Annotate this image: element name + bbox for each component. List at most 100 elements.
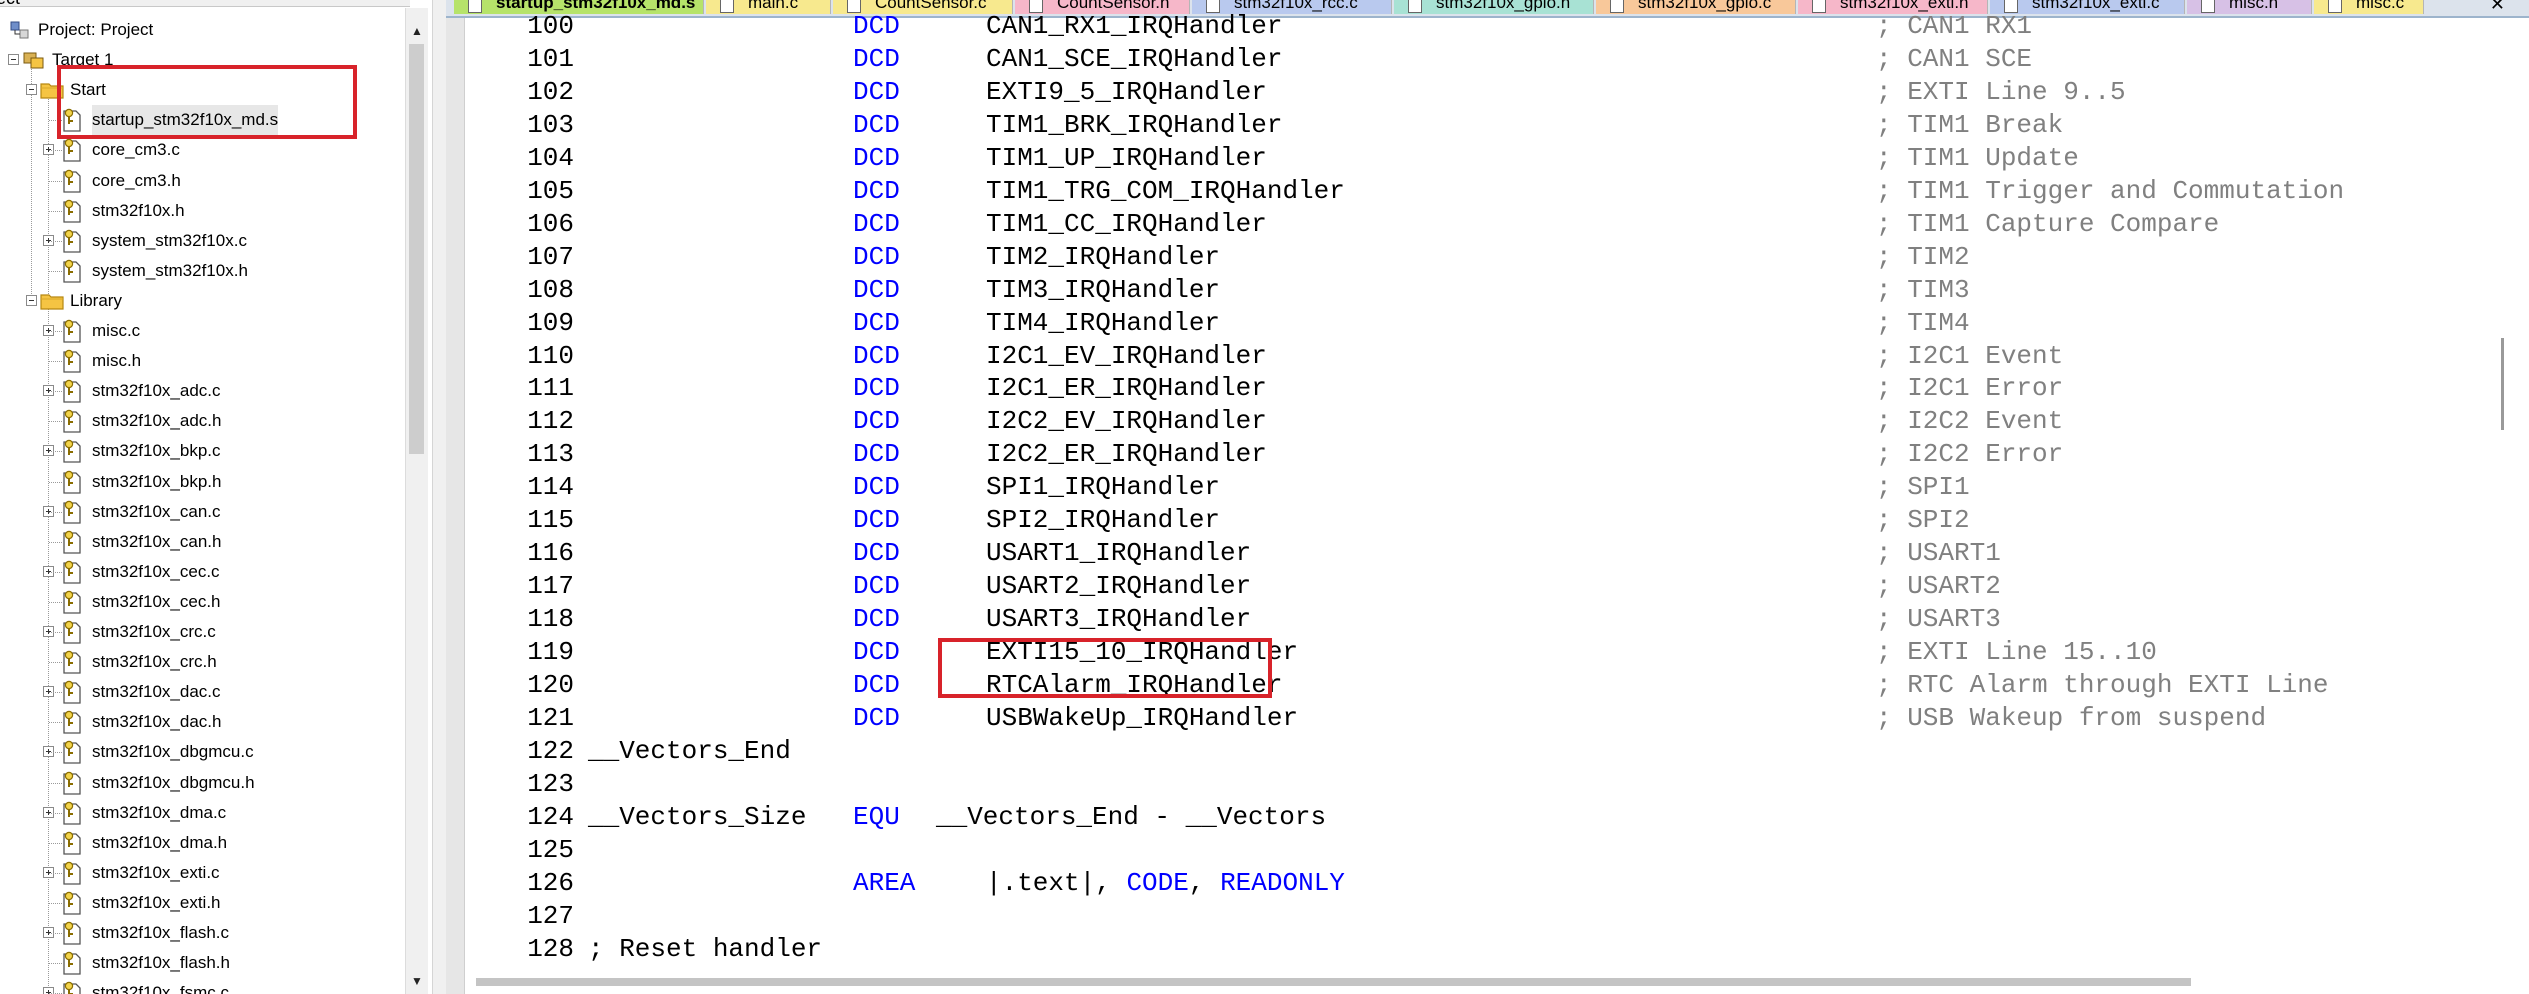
tree-item-label: stm32f10x_exti.c — [92, 863, 220, 882]
code-line[interactable]: 112 DCD I2C2_EV_IRQHandler ; I2C2 Event — [446, 405, 2486, 438]
tree-item[interactable]: stm32f10x_exti.c — [0, 858, 400, 888]
tree-item-label: misc.h — [92, 351, 142, 370]
tree-item[interactable]: stm32f10x_adc.h — [0, 406, 400, 436]
tree-item[interactable]: core_cm3.h — [0, 166, 400, 196]
code-line[interactable]: 127 — [446, 900, 2486, 933]
tree-line — [49, 662, 62, 663]
scroll-down-icon[interactable]: ▼ — [406, 970, 428, 992]
code-line[interactable]: 124 __Vectors_Size EQU __Vectors_End - __Ve… — [446, 801, 2486, 834]
start-group-highlight — [57, 65, 357, 139]
line-number: 102 — [527, 77, 574, 107]
code-line[interactable]: 121 DCD USBWakeUp_IRQHandler ; USB Wakeup f… — [446, 702, 2486, 735]
code-line[interactable]: 126 AREA |.text|, CODE, READONLY — [446, 867, 2486, 900]
tree-item[interactable]: stm32f10x.h — [0, 196, 400, 226]
tree-item[interactable]: misc.c — [0, 316, 400, 346]
code-line[interactable]: 116 DCD USART1_IRQHandler ; USART1 — [446, 537, 2486, 570]
tree-item[interactable]: stm32f10x_dma.h — [0, 828, 400, 858]
collapse-icon[interactable] — [26, 295, 37, 306]
code-line[interactable]: 125 — [446, 834, 2486, 867]
tree-item[interactable]: stm32f10x_flash.c — [0, 918, 400, 948]
tree-line — [49, 211, 62, 212]
code-comment: ; I2C1 Error — [1876, 373, 2064, 403]
code-line[interactable]: 106 DCD TIM1_CC_IRQHandler ; TIM1 Capture C… — [446, 208, 2486, 241]
tree-item[interactable]: stm32f10x_dbgmcu.c — [0, 737, 400, 767]
tree-item[interactable]: stm32f10x_exti.h — [0, 888, 400, 918]
panel-title: ject — [0, 0, 20, 9]
panel-scroll-thumb[interactable] — [409, 44, 424, 454]
tree-item[interactable]: system_stm32f10x.c — [0, 226, 400, 256]
line-number: 105 — [527, 176, 574, 206]
tree-item[interactable]: stm32f10x_crc.h — [0, 647, 400, 677]
code-comment: ; USB Wakeup from suspend — [1876, 703, 2267, 733]
code-line[interactable]: 120 DCD RTCAlarm_IRQHandler; RTC Alarm thr… — [446, 669, 2486, 702]
tree-item[interactable]: stm32f10x_dac.h — [0, 707, 400, 737]
tree-item[interactable]: system_stm32f10x.h — [0, 256, 400, 286]
file-icon — [63, 710, 81, 734]
code-line[interactable]: 122 __Vectors_End — [446, 735, 2486, 768]
collapse-icon[interactable] — [8, 54, 19, 65]
tree-item[interactable]: stm32f10x_can.c — [0, 497, 400, 527]
code-line[interactable]: 104 DCD TIM1_UP_IRQHandler ; TIM1 Update — [446, 142, 2486, 175]
editor-scroll-marker[interactable] — [2501, 338, 2504, 430]
tree-item[interactable]: stm32f10x_bkp.h — [0, 467, 400, 497]
editor-horizontal-scrollbar[interactable] — [476, 978, 2191, 986]
code-directive: DCD — [853, 406, 900, 436]
panel-scrollbar[interactable]: ▲ ▼ — [405, 8, 428, 994]
code-line[interactable]: 103 DCD TIM1_BRK_IRQHandler ; TIM1 Break — [446, 109, 2486, 142]
code-line[interactable]: 113 DCD I2C2_ER_IRQHandler ; I2C2 Error — [446, 438, 2486, 471]
file-icon — [63, 259, 81, 283]
tree-item[interactable]: stm32f10x_flash.h — [0, 948, 400, 978]
tree-item[interactable]: stm32f10x_dac.c — [0, 677, 400, 707]
tree-item[interactable]: stm32f10x_cec.h — [0, 587, 400, 617]
code-line[interactable]: 102 DCD EXTI9_5_IRQHandler ; EXTI Line 9..5 — [446, 76, 2486, 109]
tree-item[interactable]: stm32f10x_can.h — [0, 527, 400, 557]
file-icon — [63, 590, 81, 614]
code-editor[interactable]: 100 DCD CAN1_RX1_IRQHandler ; CAN1 RX1 101 DC… — [446, 11, 2529, 994]
code-label: __Vectors_Size — [588, 802, 807, 832]
code-directive: DCD — [853, 637, 900, 667]
tree-line — [49, 542, 62, 543]
code-line[interactable]: 128 ; Reset handler — [446, 933, 2486, 966]
code-line[interactable]: 123 — [446, 768, 2486, 801]
code-line[interactable]: 105 DCD TIM1_TRG_COM_IRQHandler ; TIM1 Trig… — [446, 175, 2486, 208]
close-tab-icon[interactable]: ✕ — [2490, 0, 2505, 15]
code-line[interactable]: 100 DCD CAN1_RX1_IRQHandler ; CAN1 RX1 — [446, 10, 2486, 43]
code-line[interactable]: 107 DCD TIM2_IRQHandler ; TIM2 — [446, 241, 2486, 274]
code-line[interactable]: 114 DCD SPI1_IRQHandler ; SPI1 — [446, 471, 2486, 504]
code-line[interactable]: 110 DCD I2C1_EV_IRQHandler ; I2C1 Event — [446, 340, 2486, 373]
tree-item[interactable]: Project: Project — [0, 15, 400, 45]
area-sep: , — [1188, 868, 1221, 898]
code-directive: DCD — [853, 209, 900, 239]
area-attr-readonly: READONLY — [1220, 868, 1345, 898]
tree-item[interactable]: Library — [0, 286, 400, 316]
tree-item[interactable]: stm32f10x_bkp.c — [0, 436, 400, 466]
code-line[interactable]: 118 DCD USART3_IRQHandler ; USART3 — [446, 603, 2486, 636]
code-line[interactable]: 119 DCD EXTI15_10_IRQHandler; EXTI Line 15… — [446, 636, 2486, 669]
tree-line — [49, 512, 62, 513]
tree-item[interactable]: stm32f10x_crc.c — [0, 617, 400, 647]
tree-item[interactable]: stm32f10x_dbgmcu.h — [0, 768, 400, 798]
tree-item[interactable]: misc.h — [0, 346, 400, 376]
code-line[interactable]: 108 DCD TIM3_IRQHandler ; TIM3 — [446, 274, 2486, 307]
tree-item[interactable]: stm32f10x_cec.c — [0, 557, 400, 587]
line-number: 107 — [527, 242, 574, 272]
tree-line — [49, 150, 62, 151]
code-directive: EQU — [853, 802, 900, 832]
code-operand: |.text|, CODE, READONLY — [986, 867, 1345, 900]
tree-item[interactable]: stm32f10x_adc.c — [0, 376, 400, 406]
file-icon — [63, 530, 81, 554]
code-operand: TIM2_IRQHandler — [986, 242, 1221, 272]
tree-line — [49, 752, 62, 753]
scroll-up-icon[interactable]: ▲ — [406, 20, 428, 42]
line-number: 101 — [527, 44, 574, 74]
collapse-icon[interactable] — [26, 84, 37, 95]
tree-item[interactable]: core_cm3.c — [0, 135, 400, 165]
code-line[interactable]: 101 DCD CAN1_SCE_IRQHandler ; CAN1 SCE — [446, 43, 2486, 76]
code-line[interactable]: 117 DCD USART2_IRQHandler ; USART2 — [446, 570, 2486, 603]
code-line[interactable]: 109 DCD TIM4_IRQHandler ; TIM4 — [446, 307, 2486, 340]
tree-item-label: Library — [70, 291, 122, 310]
tree-item[interactable]: stm32f10x_dma.c — [0, 798, 400, 828]
code-line[interactable]: 111 DCD I2C1_ER_IRQHandler ; I2C1 Error — [446, 372, 2486, 405]
tree-item[interactable]: stm32f10x_fsmc.c — [0, 978, 400, 994]
code-line[interactable]: 115 DCD SPI2_IRQHandler ; SPI2 — [446, 504, 2486, 537]
